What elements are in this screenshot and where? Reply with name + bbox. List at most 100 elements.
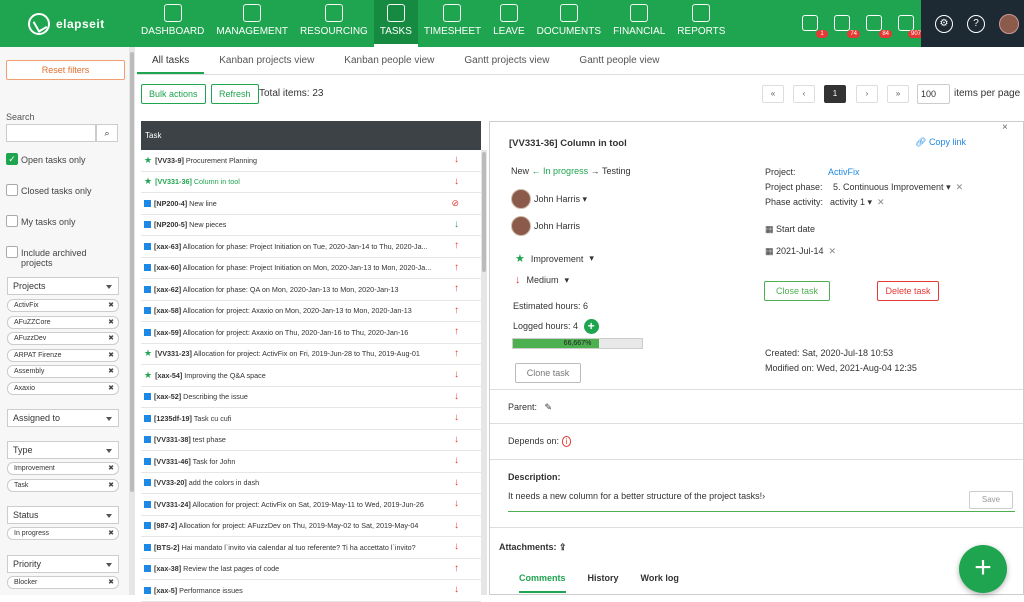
my-tasks-checkbox[interactable] [6, 215, 18, 227]
app-logo[interactable]: elapseit [0, 12, 135, 35]
items-per-page-select[interactable]: 100 [917, 84, 950, 104]
table-row[interactable]: [xax-63] Allocation for phase: Project I… [141, 236, 481, 258]
table-row[interactable]: [NP200-5] New pieces ↓ [141, 215, 481, 236]
table-row[interactable]: [1235df-19] Task cu cufi ↓ [141, 408, 481, 430]
tab-gantt-people-view[interactable]: Gantt people view [564, 47, 674, 74]
notification-resource-request[interactable]: 1 [800, 13, 828, 38]
table-row[interactable]: ★ [VV331-23] Allocation for project: Acti… [141, 344, 481, 365]
remove-icon[interactable]: ✖ [108, 480, 114, 491]
save-description-button[interactable]: Save [969, 491, 1013, 509]
close-icon[interactable]: × [1002, 122, 1008, 133]
clear-icon[interactable]: ✕ [824, 246, 837, 256]
table-row[interactable]: [VV331-46] Task for John ↓ [141, 451, 481, 473]
edit-icon[interactable]: ✎ [540, 402, 553, 412]
nav-resourcing[interactable]: RESOURCING [294, 0, 374, 47]
clear-icon[interactable]: ✕ [875, 197, 885, 207]
open-tasks-checkbox[interactable]: ✓ [6, 153, 18, 165]
tab-worklog[interactable]: Work log [641, 573, 679, 593]
tab-kanban-projects-view[interactable]: Kanban projects view [204, 47, 329, 74]
nav-dashboard[interactable]: DASHBOARD [135, 0, 210, 47]
upload-icon[interactable]: ⇪ [559, 542, 567, 552]
assigned-to-select[interactable]: Assigned to [7, 409, 119, 427]
table-scrollbar[interactable] [481, 150, 487, 595]
type-select[interactable]: Type [7, 441, 119, 459]
projects-select[interactable]: Projects [7, 277, 119, 295]
type-dropdown[interactable]: ★ Improvement ▾ [515, 252, 594, 265]
nav-management[interactable]: MANAGEMENT [210, 0, 294, 47]
add-log-button[interactable]: + [583, 319, 599, 334]
search-icon[interactable]: ⌕ [96, 124, 118, 142]
nav-financial[interactable]: FINANCIAL [607, 0, 671, 47]
priority-select[interactable]: Priority [7, 555, 119, 573]
table-row[interactable]: [NP200-4] New line ⊘ [141, 193, 481, 215]
closed-tasks-checkbox[interactable] [6, 184, 18, 196]
copy-link-button[interactable]: 🔗︎ Copy link [915, 137, 966, 148]
clear-icon[interactable]: ✕ [953, 182, 964, 192]
table-row[interactable]: ★ [xax-54] Improving the Q&A space ↓ [141, 365, 481, 387]
table-row[interactable]: [VV331-24] Allocation for project: Activ… [141, 494, 481, 516]
priority-dropdown[interactable]: ↓ Medium ▾ [515, 274, 569, 286]
reset-filters-button[interactable]: Reset filters [6, 60, 125, 80]
table-row[interactable]: [987-2] Allocation for project: AFuzzDev… [141, 516, 481, 537]
table-row[interactable]: [xax-5] Performance issues ↓ [141, 580, 481, 602]
remove-icon[interactable]: ✖ [108, 300, 114, 311]
nav-reports[interactable]: REPORTS [671, 0, 731, 47]
due-date-field[interactable]: ▦ 2021-Jul-14 ✕ [765, 246, 836, 257]
delete-task-button[interactable]: Delete task [877, 281, 939, 301]
add-task-button[interactable]: + [959, 545, 1007, 593]
first-page-button[interactable]: « [762, 85, 784, 103]
remove-icon[interactable]: ✖ [108, 577, 114, 588]
table-row[interactable]: [BTS-2] Hai mandato l`invito via calenda… [141, 537, 481, 559]
table-row[interactable]: [xax-38] Review the last pages of code ↑ [141, 559, 481, 580]
search-input[interactable] [6, 124, 96, 142]
gear-icon[interactable]: ⚙ [935, 14, 953, 33]
table-row[interactable]: [VV331-38] test phase ↓ [141, 430, 481, 451]
start-date-field[interactable]: ▦ Start date [765, 224, 815, 235]
nav-leave[interactable]: LEAVE [487, 0, 531, 47]
info-icon[interactable]: i [561, 436, 572, 447]
table-row[interactable]: [xax-62] Allocation for phase: QA on Mon… [141, 279, 481, 301]
task-column-header[interactable]: Task [141, 121, 481, 150]
phase-select[interactable]: 5. Continuous Improvement ▾ ✕ [833, 182, 963, 193]
bulk-actions-button[interactable]: Bulk actions [141, 84, 206, 104]
last-page-button[interactable]: » [887, 85, 909, 103]
notification-timer[interactable]: 74 [832, 13, 860, 38]
table-row[interactable]: ★ [VV33-9] Procurement Planning ↓ [141, 150, 481, 172]
remove-icon[interactable]: ✖ [108, 350, 114, 361]
nav-tasks[interactable]: TASKS [373, 0, 418, 47]
nav-timesheet[interactable]: TIMESHEET [418, 0, 487, 47]
nav-documents[interactable]: DOCUMENTS [531, 0, 607, 47]
close-task-button[interactable]: Close task [764, 281, 830, 301]
table-row[interactable]: [VV33-20] add the colors in dash ↓ [141, 473, 481, 494]
activity-select[interactable]: activity 1 ▾ ✕ [830, 197, 885, 208]
notification-calendar[interactable]: 84 [864, 13, 892, 38]
notification-hourglass[interactable]: 907 [896, 13, 924, 38]
next-page-button[interactable]: › [856, 85, 878, 103]
remove-icon[interactable]: ✖ [108, 366, 114, 377]
archived-projects-checkbox[interactable] [6, 246, 18, 258]
description-input[interactable]: It needs a new column for a better struc… [508, 491, 765, 501]
tab-all-tasks[interactable]: All tasks [137, 47, 205, 74]
table-row[interactable]: [xax-59] Allocation for project: Axaxio … [141, 322, 481, 344]
tab-gantt-projects-view[interactable]: Gantt projects view [449, 47, 564, 74]
table-row[interactable]: [xax-60] Allocation for phase: Project I… [141, 258, 481, 279]
assignee-select[interactable]: John Harris ▾ [511, 189, 587, 209]
status-select[interactable]: Status [7, 506, 119, 524]
remove-icon[interactable]: ✖ [108, 317, 114, 328]
tab-history[interactable]: History [588, 573, 619, 593]
remove-icon[interactable]: ✖ [108, 333, 114, 344]
table-row[interactable]: [xax-58] Allocation for project: Axaxio … [141, 301, 481, 322]
project-link[interactable]: ActivFix [828, 167, 860, 177]
workflow-prev[interactable]: New [511, 166, 529, 176]
tab-kanban-people-view[interactable]: Kanban people view [329, 47, 449, 74]
sidebar-scrollbar[interactable] [129, 47, 135, 595]
prev-page-button[interactable]: ‹ [793, 85, 815, 103]
table-row[interactable]: ★ [VV331-36] Column in tool ↓ [141, 172, 481, 193]
refresh-button[interactable]: Refresh [211, 84, 259, 104]
current-page[interactable]: 1 [824, 85, 846, 103]
table-row[interactable]: [xax-52] Describing the issue ↓ [141, 387, 481, 408]
remove-icon[interactable]: ✖ [108, 463, 114, 474]
help-icon[interactable]: ? [967, 14, 985, 33]
remove-icon[interactable]: ✖ [108, 383, 114, 394]
tab-comments[interactable]: Comments [519, 573, 566, 593]
